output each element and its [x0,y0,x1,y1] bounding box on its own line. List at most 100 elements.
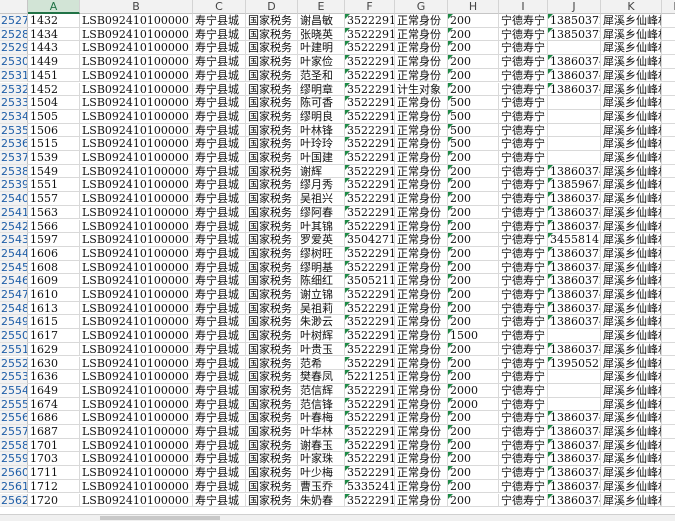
cell-k[interactable]: 犀溪乡仙峰村 [601,425,662,439]
cell-i[interactable]: 宁德寿宁 [499,246,548,261]
cell-i[interactable]: 宁德寿宁 [499,96,548,110]
cell-j[interactable] [548,151,601,165]
cell-b[interactable]: LSB092410100000 [80,219,193,234]
cell-f[interactable]: 35222919 [345,260,395,275]
cell-k[interactable]: 犀溪乡仙峰村 [601,356,662,371]
cell-l[interactable] [662,233,675,247]
cell-i[interactable]: 宁德寿宁 [499,315,548,330]
cell-c[interactable]: 寿宁县城 [193,438,246,453]
cell-b[interactable]: LSB092410100000 [80,14,193,28]
cell-e[interactable]: 谢辉 [298,164,345,179]
cell-k[interactable]: 犀溪乡仙峰村 [601,164,662,179]
cell-k[interactable]: 犀溪乡仙峰村 [601,452,662,467]
cell-b[interactable]: LSB092410100000 [80,205,193,220]
cell-d[interactable]: 国家税务 [246,164,298,179]
cell-h[interactable]: 200 [448,27,499,42]
cell-l[interactable] [662,315,675,330]
cell-e[interactable]: 缪明章 [298,82,345,97]
row-header[interactable]: 2532 [0,82,28,97]
cell-g[interactable]: 正常身份 [395,260,448,275]
cell-g[interactable]: 正常身份 [395,68,448,83]
row-header[interactable]: 2555 [0,397,28,412]
row-header[interactable]: 2559 [0,452,28,467]
cell-i[interactable]: 宁德寿宁 [499,192,548,206]
cell-l[interactable] [662,384,675,398]
cell-a[interactable]: 1449 [28,55,80,69]
cell-k[interactable]: 犀溪乡仙峰村 [601,493,662,508]
cell-f[interactable]: 35222919 [345,493,395,508]
cell-a[interactable]: 1452 [28,82,80,97]
cell-a[interactable]: 1566 [28,219,80,234]
cell-h[interactable]: 200 [448,288,499,302]
cell-c[interactable]: 寿宁县城 [193,260,246,275]
cell-j[interactable] [548,109,601,124]
cell-f[interactable]: 35222919 [345,397,395,412]
cell-i[interactable]: 宁德寿宁 [499,274,548,288]
cell-f[interactable]: 35222919 [345,41,395,56]
cell-c[interactable]: 寿宁县城 [193,288,246,302]
row-header[interactable]: 2550 [0,329,28,343]
cell-j[interactable] [548,41,601,56]
cell-d[interactable]: 国家税务 [246,288,298,302]
cell-b[interactable]: LSB092410100000 [80,192,193,206]
cell-l[interactable] [662,288,675,302]
cell-c[interactable]: 寿宁县城 [193,233,246,247]
cell-h[interactable]: 200 [448,219,499,234]
row-header[interactable]: 2549 [0,315,28,330]
cell-a[interactable]: 1703 [28,452,80,467]
cell-b[interactable]: LSB092410100000 [80,479,193,494]
cell-l[interactable] [662,261,675,275]
cell-k[interactable]: 犀溪乡仙峰村 [601,41,662,56]
cell-a[interactable]: 1606 [28,246,80,261]
cell-a[interactable]: 1549 [28,164,80,179]
cell-h[interactable]: 500 [448,96,499,110]
cell-d[interactable]: 国家税务 [246,137,298,151]
cell-j[interactable]: 13850372 [548,14,601,28]
cell-f[interactable]: 35222919 [345,329,395,343]
cell-a[interactable]: 1701 [28,438,80,453]
cell-a[interactable]: 1630 [28,356,80,371]
row-header[interactable]: 2546 [0,274,28,288]
cell-k[interactable]: 犀溪乡仙峰村 [601,96,662,110]
cell-f[interactable]: 35222919 [345,55,395,69]
cell-h[interactable]: 200 [448,68,499,83]
cell-i[interactable]: 宁德寿宁 [499,329,548,343]
row-header[interactable]: 2530 [0,55,28,69]
cell-g[interactable]: 正常身份 [395,315,448,330]
cell-k[interactable]: 犀溪乡仙峰村 [601,274,662,288]
cell-b[interactable]: LSB092410100000 [80,329,193,343]
row-header[interactable]: 2544 [0,246,28,261]
cell-a[interactable]: 1686 [28,411,80,425]
cell-d[interactable]: 国家税务 [246,27,298,42]
cell-d[interactable]: 国家税务 [246,123,298,138]
cell-k[interactable]: 犀溪乡仙峰村 [601,479,662,494]
cell-l[interactable] [662,28,675,42]
cell-i[interactable]: 宁德寿宁 [499,479,548,494]
row-header[interactable]: 2554 [0,383,28,398]
cell-j[interactable]: 13860374 [548,438,601,453]
cell-h[interactable]: 200 [448,493,499,508]
row-header[interactable]: 2533 [0,96,28,110]
cell-e[interactable]: 吴祖莉 [298,301,345,316]
cell-a[interactable]: 1443 [28,41,80,56]
cell-b[interactable]: LSB092410100000 [80,260,193,275]
column-header-c[interactable]: C [193,0,246,14]
cell-g[interactable]: 正常身份 [395,411,448,425]
cell-d[interactable]: 国家税务 [246,438,298,453]
cell-b[interactable]: LSB092410100000 [80,438,193,453]
cell-f[interactable]: 52212519 [345,370,395,384]
cell-d[interactable]: 国家税务 [246,109,298,124]
cell-h[interactable]: 500 [448,137,499,151]
cell-k[interactable]: 犀溪乡仙峰村 [601,151,662,165]
cell-d[interactable]: 国家税务 [246,246,298,261]
cell-d[interactable]: 国家税务 [246,383,298,398]
cell-e[interactable]: 叶春梅 [298,411,345,425]
row-header[interactable]: 2541 [0,205,28,220]
cell-d[interactable]: 国家税务 [246,301,298,316]
column-header-a[interactable]: A [28,0,80,14]
cell-j[interactable]: 13860374 [548,466,601,480]
cell-l[interactable] [662,370,675,384]
row-header[interactable]: 2553 [0,370,28,384]
cell-l[interactable] [662,220,675,234]
cell-g[interactable]: 正常身份 [395,466,448,480]
